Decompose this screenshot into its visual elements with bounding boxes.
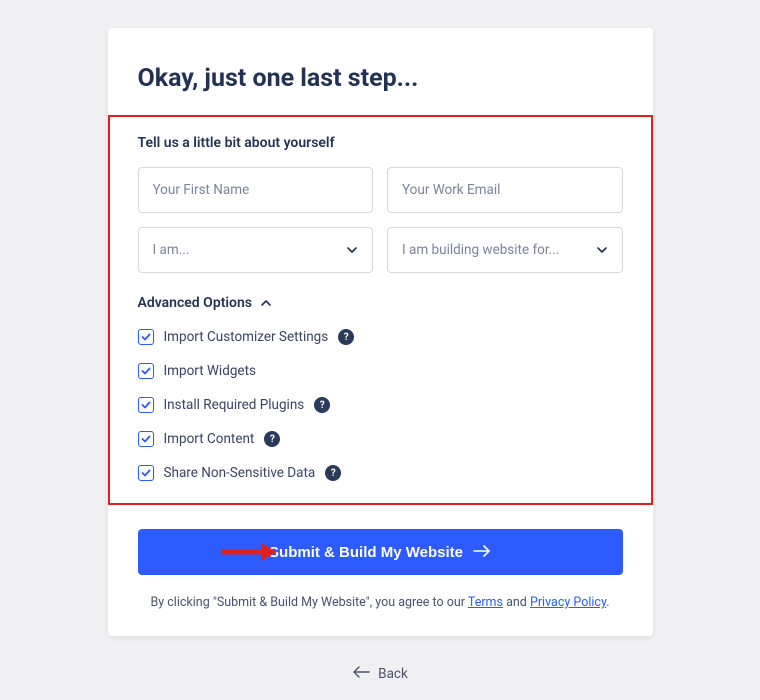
help-icon[interactable]: ? [314, 397, 330, 413]
help-icon[interactable]: ? [325, 465, 341, 481]
option-label: Import Customizer Settings [164, 329, 329, 345]
option-row: Import Customizer Settings? [138, 329, 623, 345]
option-row: Install Required Plugins? [138, 397, 623, 413]
building-for-placeholder: I am building website for... [402, 242, 559, 258]
page-title: Okay, just one last step... [138, 64, 623, 93]
section-subtitle: Tell us a little bit about yourself [138, 135, 623, 151]
role-select-placeholder: I am... [153, 242, 190, 258]
terms-link[interactable]: Terms [468, 595, 503, 610]
chevron-down-icon [346, 244, 358, 256]
help-icon[interactable]: ? [338, 329, 354, 345]
submit-wrap: Submit & Build My Website [138, 529, 623, 575]
agree-suffix: . [606, 595, 609, 610]
checkbox[interactable] [138, 465, 154, 481]
checkbox[interactable] [138, 363, 154, 379]
advanced-options-label: Advanced Options [138, 295, 252, 311]
arrow-left-icon [352, 666, 370, 682]
option-label: Share Non-Sensitive Data [164, 465, 316, 481]
option-label: Install Required Plugins [164, 397, 305, 413]
back-label: Back [378, 666, 408, 682]
highlighted-section: Tell us a little bit about yourself I am… [108, 115, 653, 505]
agree-prefix: By clicking "Submit & Build My Website",… [150, 595, 467, 610]
role-select[interactable]: I am... [138, 227, 374, 273]
help-icon[interactable]: ? [264, 431, 280, 447]
chevron-up-icon [260, 297, 272, 309]
agree-mid: and [503, 595, 530, 610]
privacy-link[interactable]: Privacy Policy [530, 595, 606, 610]
option-row: Share Non-Sensitive Data? [138, 465, 623, 481]
onboarding-card: Okay, just one last step... Tell us a li… [108, 28, 653, 636]
advanced-options-list: Import Customizer Settings? Import Widget… [138, 329, 623, 481]
submit-button-label: Submit & Build My Website [269, 544, 463, 561]
checkbox[interactable] [138, 329, 154, 345]
advanced-options-toggle[interactable]: Advanced Options [138, 295, 623, 311]
back-button[interactable]: Back [0, 666, 760, 682]
work-email-input[interactable] [387, 167, 623, 213]
checkbox[interactable] [138, 397, 154, 413]
option-label: Import Widgets [164, 363, 256, 379]
submit-build-button[interactable]: Submit & Build My Website [138, 529, 623, 575]
option-label: Import Content [164, 431, 255, 447]
input-row-1 [138, 167, 623, 213]
option-row: Import Widgets [138, 363, 623, 379]
chevron-down-icon [596, 244, 608, 256]
first-name-input[interactable] [138, 167, 374, 213]
option-row: Import Content? [138, 431, 623, 447]
arrow-right-icon [473, 544, 491, 561]
input-row-2: I am... I am building website for... [138, 227, 623, 273]
checkbox[interactable] [138, 431, 154, 447]
building-for-select[interactable]: I am building website for... [387, 227, 623, 273]
agreement-text: By clicking "Submit & Build My Website",… [138, 595, 623, 610]
